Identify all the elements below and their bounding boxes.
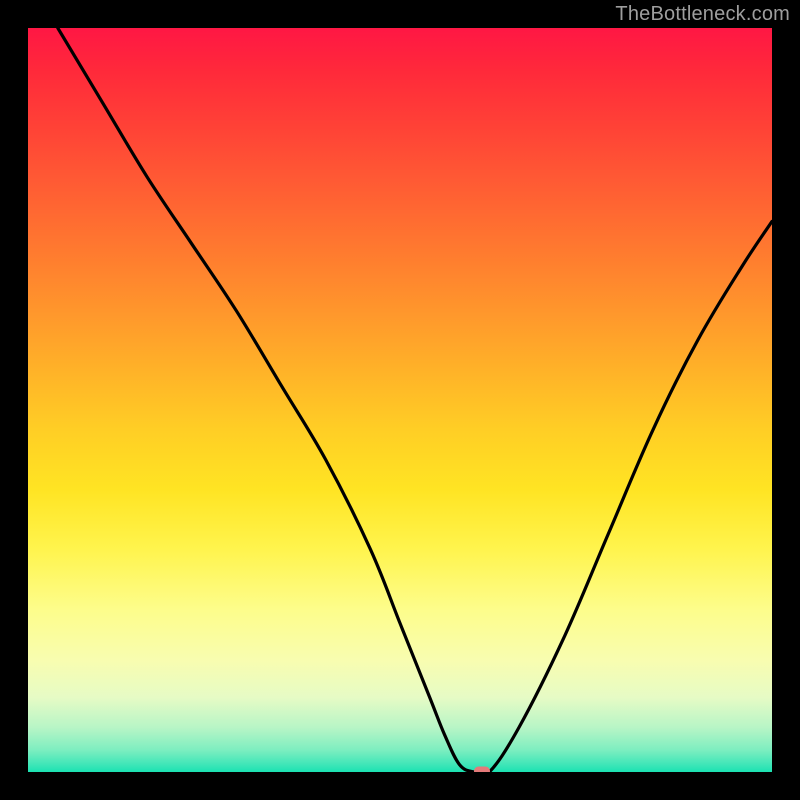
plot-area xyxy=(28,28,772,772)
curve-path xyxy=(58,28,772,772)
bottleneck-curve xyxy=(28,28,772,772)
min-marker xyxy=(474,767,490,773)
watermark-label: TheBottleneck.com xyxy=(615,3,790,26)
chart-container: TheBottleneck.com xyxy=(0,0,800,800)
